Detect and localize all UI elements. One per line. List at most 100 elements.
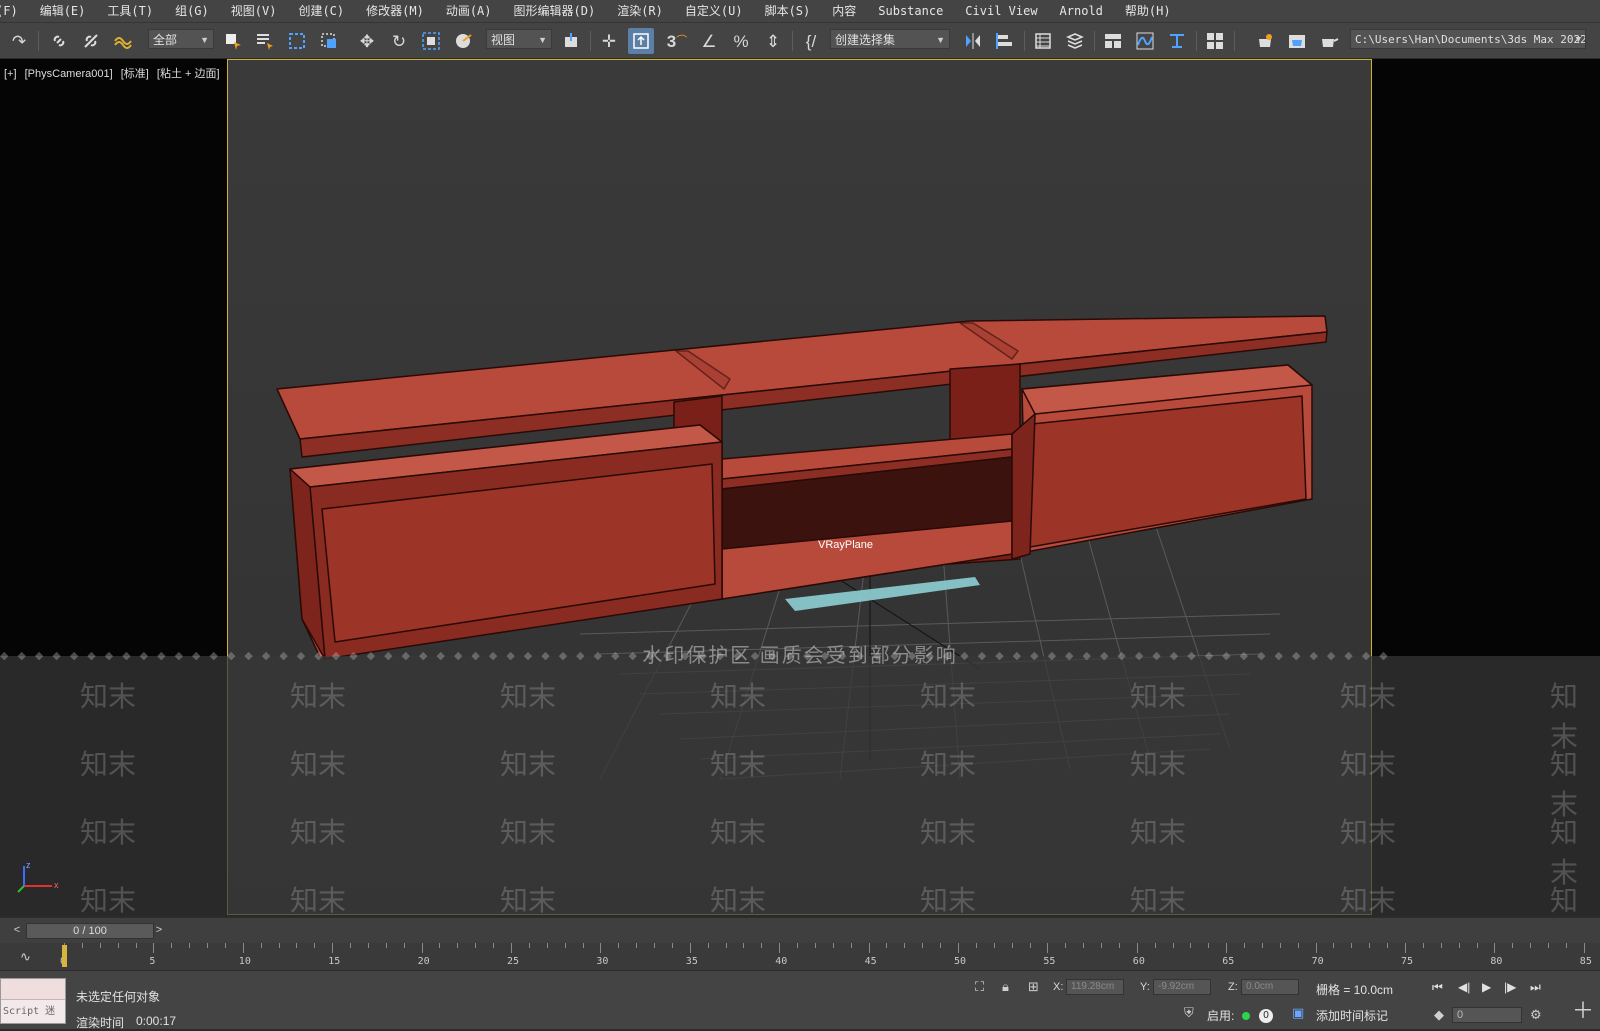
curve-editor-icon[interactable] — [1132, 28, 1158, 54]
place-icon[interactable] — [450, 28, 476, 54]
percent-snap-icon[interactable]: % — [728, 28, 754, 54]
frame-tick — [940, 943, 942, 948]
menu-item[interactable]: 内容 — [820, 0, 866, 22]
transform-mode-icon[interactable]: ⊞ — [1028, 979, 1039, 995]
keyboard-shortcut-override-icon[interactable] — [628, 28, 654, 54]
select-manipulate-icon[interactable]: ✛ — [596, 28, 622, 54]
current-frame-field[interactable]: 0 — [1452, 1007, 1522, 1023]
status-bar: Script 迷 未选定任何对象 渲染时间 0:00:17 ⛶ 🔒︎ ⊞ X: … — [0, 970, 1600, 1030]
material-editor-icon[interactable] — [1202, 28, 1228, 54]
maxscript-listener[interactable]: Script 迷 — [0, 978, 66, 1024]
go-to-end-icon[interactable]: ⏭ — [1530, 980, 1541, 995]
previous-frame-icon[interactable]: ◀| — [1458, 980, 1470, 994]
rotate-icon[interactable]: ↻ — [386, 28, 412, 54]
go-to-start-icon[interactable]: ⏮ — [1432, 980, 1443, 995]
rectangular-region-icon[interactable] — [284, 28, 310, 54]
time-slider[interactable]: 0 / 100 — [26, 923, 154, 939]
schematic-view-icon[interactable] — [1164, 28, 1190, 54]
select-object-icon[interactable] — [220, 28, 246, 54]
isolate-selection-icon[interactable]: ⛶ — [975, 979, 984, 995]
add-icon[interactable]: ＋ — [1572, 993, 1594, 1025]
menu-item[interactable]: 图形编辑器(D) — [502, 0, 606, 22]
menu-item[interactable]: Arnold — [1048, 0, 1113, 22]
frame-tick — [743, 943, 745, 948]
frame-tick — [332, 943, 334, 953]
current-frame-marker[interactable] — [62, 945, 67, 967]
axis-tripod: z x — [14, 856, 64, 899]
render-setup-icon[interactable] — [1252, 28, 1278, 54]
reference-coord-dropdown[interactable]: 视图 ▼ — [486, 29, 552, 49]
time-slider-next[interactable]: > — [152, 923, 166, 937]
align-icon[interactable] — [992, 28, 1018, 54]
toggle-scene-explorer-icon[interactable] — [1030, 28, 1056, 54]
frame-tick — [207, 943, 209, 948]
y-coord-field[interactable]: -9.92cm — [1153, 979, 1211, 995]
maxscript-input[interactable] — [1, 979, 65, 1000]
menu-item[interactable]: 编辑(E) — [28, 0, 96, 22]
redo-icon[interactable]: ↷ — [6, 28, 32, 54]
spinner-snap-icon[interactable]: ⇕ — [760, 28, 786, 54]
menu-item[interactable]: 修改器(M) — [354, 0, 434, 22]
enable-badge[interactable]: 0 — [1259, 1009, 1273, 1023]
frame-tick — [224, 943, 226, 948]
pivot-point-icon[interactable] — [558, 28, 584, 54]
next-frame-icon[interactable]: |▶ — [1504, 980, 1516, 994]
lock-icon[interactable]: 🔒︎ — [1002, 979, 1009, 995]
project-path-dropdown[interactable]: C:\Users\Han\Documents\3ds Max 2022 ▼ — [1350, 29, 1586, 49]
selection-filter-dropdown[interactable]: 全部 ▼ — [148, 29, 214, 49]
frame-tick — [1011, 943, 1013, 948]
frame-tick — [1333, 943, 1335, 948]
toggle-layer-explorer-icon[interactable] — [1062, 28, 1088, 54]
menu-item[interactable]: 脚本(S) — [753, 0, 821, 22]
menu-item[interactable]: (F) — [0, 0, 28, 22]
menu-item[interactable]: 视图(V) — [219, 0, 287, 22]
menu-item[interactable]: 渲染(R) — [605, 0, 673, 22]
menu-item[interactable]: 帮助(H) — [1113, 0, 1181, 22]
watermark-text: 知末 — [710, 817, 767, 848]
frame-tick — [707, 943, 709, 948]
toolbar-separator — [1234, 31, 1235, 51]
menu-item[interactable]: Civil View — [953, 0, 1047, 22]
angle-snap-icon[interactable]: ∠ — [696, 28, 722, 54]
named-selection-dropdown[interactable]: 创建选择集 ▼ — [830, 29, 950, 49]
z-coord-field[interactable]: 0.0cm — [1241, 979, 1299, 995]
edit-named-selection-icon[interactable]: {/ — [798, 28, 824, 54]
frame-ruler[interactable]: 0510152025303540455055606570758085 — [58, 943, 1600, 970]
time-tag-icon[interactable]: ▣ — [1292, 1005, 1304, 1021]
scale-icon[interactable] — [418, 28, 444, 54]
menu-item[interactable]: 自定义(U) — [673, 0, 753, 22]
rendered-frame-window-icon[interactable] — [1284, 28, 1310, 54]
snaps-toggle-icon[interactable]: 3 ⌒ — [664, 28, 690, 54]
play-icon[interactable]: ▶ — [1482, 980, 1491, 994]
frame-tick-label: 15 — [328, 956, 341, 967]
unlink-icon[interactable] — [78, 28, 104, 54]
frame-tick — [1565, 943, 1567, 948]
frame-tick — [1548, 943, 1550, 948]
link-icon[interactable] — [46, 28, 72, 54]
menu-item[interactable]: 组(G) — [163, 0, 219, 22]
track-bar[interactable]: ∿ 0510152025303540455055606570758085 — [0, 943, 1600, 970]
move-icon[interactable]: ✥ — [354, 28, 380, 54]
window-crossing-icon[interactable] — [316, 28, 342, 54]
toggle-ribbon-icon[interactable] — [1100, 28, 1126, 54]
watermark-text: 知末 — [500, 681, 557, 712]
menu-item[interactable]: 工具(T) — [95, 0, 163, 22]
frame-tick — [958, 943, 959, 953]
viewport[interactable]: [+] [PhysCamera001] [标准] [粘土 + 边面] VRayP… — [0, 59, 1600, 916]
adaptive-degradation-icon[interactable]: ⛨ — [1184, 1005, 1194, 1021]
menu-item[interactable]: Substance — [866, 0, 953, 22]
menu-item[interactable]: 动画(A) — [434, 0, 502, 22]
toolbar-separator — [792, 31, 793, 51]
select-by-name-icon[interactable] — [252, 28, 278, 54]
mini-curve-editor-icon[interactable]: ∿ — [20, 949, 31, 965]
time-configuration-icon[interactable]: ⚙ — [1530, 1007, 1542, 1023]
key-mode-icon[interactable]: ◆ — [1434, 1007, 1444, 1023]
bind-space-warp-icon[interactable] — [110, 28, 136, 54]
mirror-icon[interactable] — [960, 28, 986, 54]
menu-item[interactable]: 创建(C) — [286, 0, 354, 22]
add-time-tag[interactable]: 添加时间标记 — [1316, 1007, 1388, 1024]
time-slider-prev[interactable]: < — [10, 923, 24, 937]
x-coord-field[interactable]: 119.28cm — [1066, 979, 1124, 995]
render-production-icon[interactable] — [1316, 28, 1342, 54]
frame-tick — [761, 943, 763, 948]
